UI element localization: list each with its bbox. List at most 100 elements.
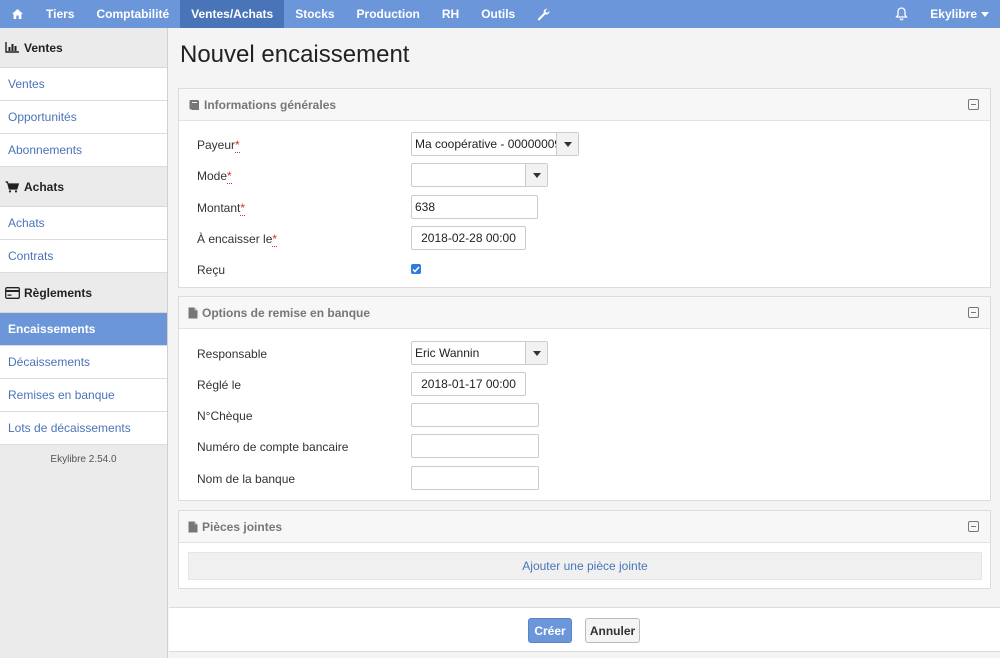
cancel-button[interactable]: Annuler [585,618,640,643]
date-encaissement-label: À encaisser le* [197,232,278,247]
dropdown-toggle[interactable] [556,133,578,155]
responsable-select[interactable]: Eric Wannin [411,341,548,365]
nom-banque-input[interactable] [411,466,539,490]
wrench-icon [538,8,550,20]
sidebar-section-title: Achats [24,179,65,194]
regle-le-label: Réglé le [197,378,242,392]
required-marker: * [227,169,232,184]
nav-rh[interactable]: RH [431,0,470,28]
panel-header: Options de remise en banque [179,297,990,329]
collapse-icon[interactable] [968,307,979,318]
collapse-icon[interactable] [968,521,979,532]
panel-title: Pièces jointes [202,519,283,534]
mode-select[interactable] [411,163,548,187]
sidebar-section-achats: Achats [0,167,167,207]
field-row-montant: Montant* 638 [179,195,990,221]
sidebar-item-abonnements[interactable]: Abonnements [0,134,167,167]
sidebar-item-opportunites[interactable]: Opportunités [0,101,167,134]
montant-label-text: Montant [197,201,241,215]
settings-button[interactable] [526,0,561,28]
required-marker: * [235,138,240,153]
dropdown-toggle[interactable] [525,342,547,364]
main-content: Nouvel encaissement Informations général… [169,28,1000,658]
field-row-regle-le: Réglé le 2018-01-17 00:00 [179,372,990,398]
date-encaissement-input[interactable]: 2018-02-28 00:00 [411,226,526,250]
form-actions: Créer Annuler [169,607,1000,652]
sidebar-item-encaissements[interactable]: Encaissements [0,313,167,346]
sidebar-item-lots-de-decaissements[interactable]: Lots de décaissements [0,412,167,445]
notifications-button[interactable] [884,0,919,28]
checkmark-icon [412,266,420,273]
payeur-value: Ma coopérative - 00000009 [415,137,562,151]
required-marker: * [240,201,246,216]
book-icon [188,99,200,111]
sidebar-item-achats[interactable]: Achats [0,207,167,240]
payeur-select[interactable]: Ma coopérative - 00000009 [411,132,579,156]
file-icon [188,307,198,319]
panel-title: Informations générales [204,97,337,112]
field-row-payeur: Payeur* Ma coopérative - 00000009 [179,132,990,158]
nav-stocks[interactable]: Stocks [284,0,345,28]
payeur-label-text: Payeur [197,138,236,152]
panel-attachments: Pièces jointes Ajouter une pièce jointe [178,510,991,589]
sidebar-item-contrats[interactable]: Contrats [0,240,167,273]
sidebar-section-title: Ventes [24,40,63,55]
panel-header: Pièces jointes [179,511,990,543]
home-icon [12,9,23,19]
required-marker: * [272,232,278,247]
nav-outils[interactable]: Outils [470,0,526,28]
sidebar-item-ventes[interactable]: Ventes [0,68,167,101]
field-row-recu: Reçu [179,257,990,283]
field-row-mode: Mode* [179,163,990,189]
caret-down-icon [532,172,541,178]
sidebar-section-reglements: Règlements [0,273,167,313]
numero-cheque-input[interactable] [411,403,539,427]
field-row-responsable: Responsable Eric Wannin [179,341,990,367]
sidebar-section-title: Règlements [24,285,93,300]
recu-checkbox[interactable] [411,264,421,274]
dropdown-toggle[interactable] [525,164,547,186]
create-button[interactable]: Créer [528,618,572,643]
compte-bancaire-label: Numéro de compte bancaire [197,440,349,454]
responsable-value: Eric Wannin [415,346,480,360]
compte-bancaire-input[interactable] [411,434,539,458]
mode-label-text: Mode [197,169,228,183]
regle-le-input[interactable]: 2018-01-17 00:00 [411,372,526,396]
caret-down-icon [563,141,572,147]
credit-card-icon [5,286,21,299]
panel-bank-options: Options de remise en banque Responsable … [178,296,991,501]
nav-production[interactable]: Production [346,0,431,28]
sidebar-item-decaissements[interactable]: Décaissements [0,346,167,379]
panel-header: Informations générales [179,89,990,121]
file-icon [188,521,198,533]
recu-label: Reçu [197,263,226,277]
caret-down-icon [532,350,541,356]
nav-comptabilite[interactable]: Comptabilité [85,0,180,28]
add-attachment-button[interactable]: Ajouter une pièce jointe [188,552,982,580]
bar-chart-icon [5,42,21,54]
montant-input[interactable]: 638 [411,195,538,219]
user-name: Ekylibre [930,7,977,21]
regle-le-value: 2018-01-17 00:00 [421,377,516,391]
app-version: Ekylibre 2.54.0 [50,454,117,465]
home-button[interactable] [0,0,35,28]
responsable-label: Responsable [197,347,268,361]
sidebar-section-ventes: Ventes [0,28,167,68]
panel-general-info: Informations générales Payeur* Ma coopér… [178,88,991,288]
chevron-down-icon [981,11,989,17]
montant-value: 638 [415,200,436,214]
sidebar: Ventes Ventes Opportunités Abonnements A… [0,28,168,658]
nav-tiers[interactable]: Tiers [35,0,85,28]
field-row-compte-bancaire: Numéro de compte bancaire [179,434,990,460]
collapse-icon[interactable] [968,99,979,110]
date-encaissement-label-text: À encaisser le [197,232,273,246]
mode-label: Mode* [197,169,232,184]
date-encaissement-value: 2018-02-28 00:00 [421,231,516,245]
nav-ventes-achats[interactable]: Ventes/Achats [180,0,285,28]
field-row-date-encaissement: À encaisser le* 2018-02-28 00:00 [179,226,990,252]
sidebar-item-remises-en-banque[interactable]: Remises en banque [0,379,167,412]
montant-label: Montant* [197,201,246,216]
user-menu[interactable]: Ekylibre [919,0,1000,28]
field-row-numero-cheque: N°Chèque [179,403,990,429]
